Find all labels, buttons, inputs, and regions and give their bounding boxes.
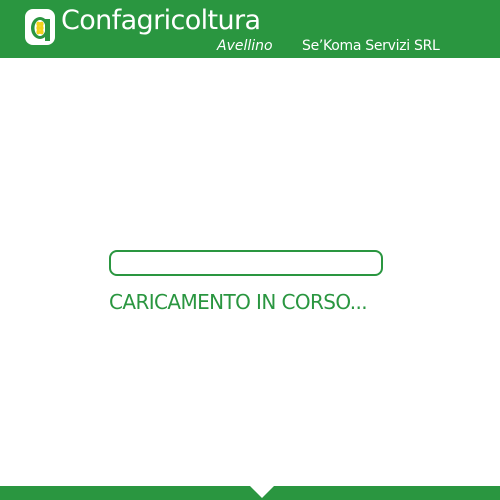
company-name: Se’Koma Servizi SRL <box>302 38 440 54</box>
confagricoltura-logo-icon <box>25 9 55 45</box>
loading-progress-bar <box>109 250 383 276</box>
brand-name: Confagricoltura <box>61 5 261 36</box>
footer-bar <box>0 486 500 500</box>
loading-status-text: CARICAMENTO IN CORSO... <box>109 290 368 314</box>
header-bar: Confagricoltura Avellino Se’Koma Servizi… <box>0 0 500 58</box>
page: Confagricoltura Avellino Se’Koma Servizi… <box>0 0 500 500</box>
brand-location: Avellino <box>217 38 273 54</box>
